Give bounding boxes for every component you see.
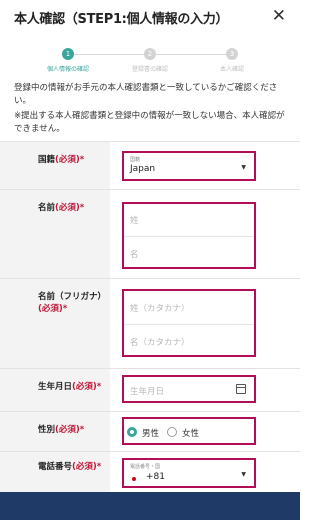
kana-input-group: 姓（カタカナ） 名（カタカナ）	[122, 289, 256, 357]
step-1-label: 個人情報の確認	[46, 66, 89, 73]
notice-confirm: 登録中の情報がお手元の本人確認書類と一致しているかご確認ください。	[14, 83, 278, 106]
phone-mini-label: 電話番号・国	[130, 464, 161, 470]
field-divider	[124, 324, 254, 325]
name-label: 名前(必須)*	[38, 203, 85, 213]
row-label-cell: 名前（フリガナ） (必須)*	[0, 279, 110, 368]
row-label-cell: 性別(必須)*	[0, 412, 110, 451]
step-connector	[74, 54, 150, 55]
form-row-name: 名前(必須)* 姓 名	[0, 189, 300, 278]
first-name-kana-input[interactable]: 名（カタカナ）	[130, 336, 250, 348]
first-name-input[interactable]: 名	[130, 248, 250, 260]
gender-female-radio[interactable]	[167, 427, 177, 437]
nationality-mini-label: 国籍	[130, 157, 141, 163]
gender-female-label[interactable]: 女性	[182, 427, 199, 439]
birthdate-input[interactable]: 生年月日	[122, 375, 256, 403]
birthdate-label: 生年月日(必須)*	[38, 382, 102, 392]
step-connector	[150, 54, 230, 55]
nationality-select[interactable]: 国籍 Japan ▼	[122, 151, 256, 181]
form-row-birthdate: 生年月日(必須)* 生年月日	[0, 368, 300, 411]
nationality-label: 国籍(必須)*	[38, 155, 85, 165]
calendar-icon[interactable]	[236, 384, 246, 394]
row-label-cell: 名前(必須)*	[0, 190, 110, 278]
chevron-down-icon: ▼	[241, 164, 246, 171]
row-label-cell: 電話番号(必須)*	[0, 452, 110, 492]
gender-male-radio[interactable]	[127, 427, 137, 437]
gender-male-label[interactable]: 男性	[142, 427, 159, 439]
form-row-nationality: 国籍(必須)* 国籍 Japan ▼	[0, 141, 300, 189]
close-icon[interactable]: ✕	[272, 6, 286, 26]
step-3-label: 本人確認	[219, 66, 244, 73]
field-divider	[124, 236, 254, 237]
nationality-value: Japan	[130, 164, 156, 174]
footer-bar	[0, 492, 300, 520]
step-1-indicator: 1	[62, 48, 74, 60]
notice-warning: ※提出する本人確認書類と登録中の情報が一致しない場合、本人確認ができません。	[14, 111, 285, 134]
row-label-cell: 国籍(必須)*	[0, 142, 110, 189]
gender-label: 性別(必須)*	[38, 425, 85, 435]
chevron-down-icon: ▼	[241, 471, 246, 478]
page-title: 本人確認（STEP1:個人情報の入力）	[14, 12, 229, 27]
phone-label: 電話番号(必須)*	[38, 462, 102, 472]
phone-country-code: +81	[146, 472, 165, 482]
kana-label: 名前（フリガナ） (必須)*	[38, 292, 107, 314]
step-3-indicator: 3	[226, 48, 238, 60]
last-name-kana-input[interactable]: 姓（カタカナ）	[130, 302, 250, 314]
form-row-kana: 名前（フリガナ） (必須)* 姓（カタカナ） 名（カタカナ）	[0, 278, 300, 368]
step-2-label: 登録書の確認	[131, 66, 168, 73]
japan-flag-icon	[132, 477, 136, 481]
last-name-input[interactable]: 姓	[130, 214, 250, 226]
row-label-cell: 生年月日(必須)*	[0, 369, 110, 411]
birthdate-placeholder: 生年月日	[130, 387, 165, 397]
gender-radio-group: 男性 女性	[122, 417, 256, 445]
form-row-gender: 性別(必須)* 男性 女性	[0, 411, 300, 451]
step-2-indicator: 2	[144, 48, 156, 60]
step-progress: 1 個人情報の確認 2 登録書の確認 3 本人確認	[0, 44, 300, 76]
page-header: 本人確認（STEP1:個人情報の入力） ✕	[0, 0, 300, 34]
phone-country-select[interactable]: 電話番号・国 +81 ▼	[122, 458, 256, 488]
name-input-group: 姓 名	[122, 202, 256, 269]
form-row-phone: 電話番号(必須)* 電話番号・国 +81 ▼	[0, 451, 300, 492]
